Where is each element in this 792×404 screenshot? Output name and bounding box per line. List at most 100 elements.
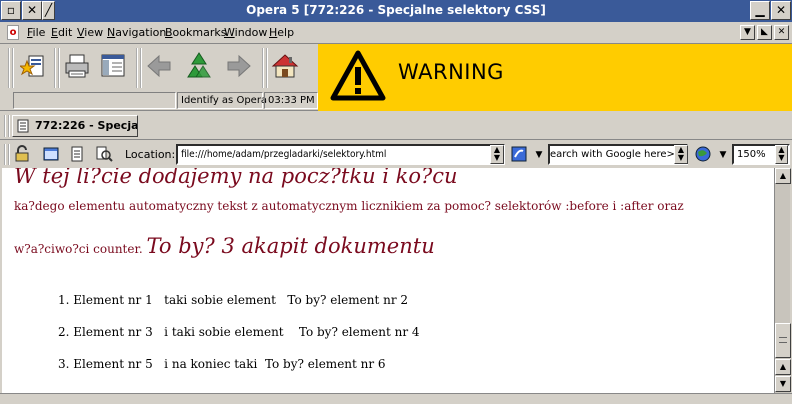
cross-arrows-icon: ✕ [26,3,38,17]
forward-arrow-icon [227,54,251,78]
triangle-down-icon: ▼ [719,150,727,160]
menu-bookmarks[interactable]: Bookmarks [165,26,226,39]
paragraph-2: w?a?ciwo?ci counter. To by? 3 akapit dok… [14,234,435,258]
menu-bar: o File Edit View Navigation Bookmarks Wi… [0,22,792,44]
location-label: Location: [125,148,176,161]
hotlist-star-icon [20,55,44,77]
menu-view[interactable]: View [77,26,103,39]
address-input[interactable]: file:///home/adam/przegladarki/selektory… [176,144,505,165]
list-item: 1. Element nr 1 taki sobie element To by… [58,293,409,307]
addressbar-grip[interactable] [4,144,10,165]
restore-icon: ◣ [761,27,768,37]
back-arrow-icon [147,54,171,78]
scroll-up-button[interactable]: ▲ [775,168,791,184]
scrollbar-thumb[interactable] [775,323,791,358]
close-button[interactable]: ✕ [771,1,791,20]
triangle-up-icon: ▲ [779,362,787,371]
identify-as-opera[interactable]: Identify as Opera [177,92,267,109]
menu-edit[interactable]: Edit [51,26,72,39]
address-bar: Location: file:///home/adam/przegladarki… [0,141,792,168]
triangle-down-icon: ▼ [744,27,751,37]
reload-button[interactable] [184,50,214,82]
globe-icon [695,146,711,162]
paragraph-1: ka?dego elementu automatyczny tekst z au… [14,199,684,213]
window-panel-icon [101,54,125,77]
warning-text: WARNING [398,60,504,84]
back-button[interactable] [144,50,174,82]
opera-logo-icon[interactable]: o [7,25,19,40]
warning-triangle-icon [330,50,386,101]
search-engine-menu-button[interactable]: ▼ [716,145,730,164]
tab-bar: 772:226 - Specjal... [0,112,792,140]
security-button[interactable] [12,141,34,167]
find-button[interactable] [93,141,115,167]
search-dropdown-button[interactable]: ▲ ▼ [674,145,688,164]
go-button[interactable] [508,141,530,167]
minimize-icon: ▁ [755,3,765,17]
paragraph-3-generated: To by? 3 akapit dokumentu [146,234,435,258]
new-window-button[interactable] [40,141,62,167]
home-icon [271,54,299,78]
go-menu-button[interactable]: ▼ [532,145,546,164]
padlock-icon [15,145,29,162]
paragraph-2-text: w?a?ciwo?ci counter. [14,242,143,256]
home-button[interactable] [270,50,300,82]
page-heading: W tej li?cie dodajemy na pocz?tku i ko?c… [14,168,458,188]
search-input[interactable]: earch with Google here> [548,144,688,165]
spin-arrows-icon: ▲ ▼ [493,145,501,162]
list-item: 2. Element nr 3 i taki sobie element To … [58,325,420,339]
spin-arrows-icon: ▲ ▼ [677,145,685,162]
mdi-menu-button[interactable]: ▼ [740,25,755,40]
close-icon: ✕ [777,27,786,37]
window-icon [43,147,59,161]
toolbar-separator [136,48,142,88]
address-dropdown-button[interactable]: ▲ ▼ [490,145,504,164]
magnifier-icon [96,146,113,162]
panels-button[interactable] [98,50,128,82]
toolbar-grip[interactable] [8,48,14,88]
tab-label: 772:226 - Specjal... [35,119,138,132]
status-message [13,92,176,109]
warning-banner[interactable]: WARNING [318,44,792,111]
spin-arrows-icon: ▲ ▼ [778,145,785,162]
menu-help[interactable]: Help [269,26,294,39]
scroll-up-lower-button[interactable]: ▲ [775,359,791,375]
triangle-down-icon: ▼ [535,150,543,160]
print-button[interactable] [62,50,92,82]
window-title: Opera 5 [772:226 - Specjalne selektory C… [246,3,546,17]
toolbar-separator [262,48,268,88]
window-menu-button[interactable]: ▫ [1,1,21,20]
print-page-button[interactable] [66,141,88,167]
vertical-scrollbar[interactable]: ▲ ▲ ▼ [774,168,791,393]
clock: 03:33 PM [264,92,318,109]
triangle-up-icon: ▲ [779,171,787,180]
zoom-dropdown-button[interactable]: ▲ ▼ [775,145,788,164]
title-bar: ▫ ✕ ╱ Opera 5 [772:226 - Specjalne selek… [0,0,792,22]
mdi-restore-button[interactable]: ◣ [757,25,772,40]
toolbar-separator [54,48,60,88]
page-content: W tej li?cie dodajemy na pocz?tku i ko?c… [2,168,774,393]
reload-recycle-icon [187,52,211,78]
window-pin-button[interactable]: ╱ [42,1,55,20]
scroll-down-button[interactable]: ▼ [775,376,791,392]
tabbar-grip[interactable] [4,115,10,137]
search-engine-button[interactable] [692,141,714,167]
hotlist-button[interactable] [18,50,48,82]
document-icon [17,119,29,133]
menu-file[interactable]: File [27,26,45,39]
window-menu-icon: ▫ [6,3,16,17]
minimize-button[interactable]: ▁ [750,1,770,20]
forward-button[interactable] [224,50,254,82]
list-item: 3. Element nr 5 i na koniec taki To by? … [58,357,386,371]
document-print-icon [71,146,83,162]
pin-icon: ╱ [44,3,53,17]
printer-icon [65,54,89,78]
triangle-down-icon: ▼ [779,379,787,388]
menu-window[interactable]: Window [224,26,267,39]
window-bottom-border [0,393,792,404]
mdi-close-button[interactable]: ✕ [774,25,789,40]
tab-current-page[interactable]: 772:226 - Specjal... [12,115,138,137]
menu-navigation[interactable]: Navigation [107,26,166,39]
go-arrow-icon [511,146,527,162]
window-move-button[interactable]: ✕ [22,1,42,20]
